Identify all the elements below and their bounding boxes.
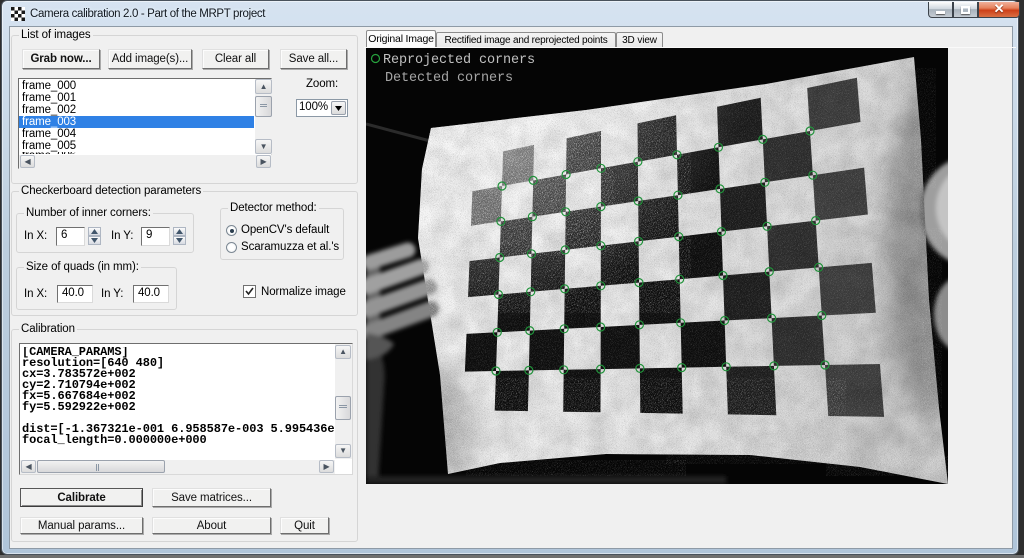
svg-text:Reprojected corners: Reprojected corners <box>383 53 535 68</box>
svg-text:Detected corners: Detected corners <box>385 71 513 86</box>
